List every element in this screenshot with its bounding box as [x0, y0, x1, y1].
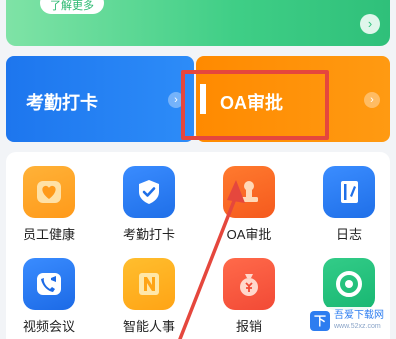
app-expense[interactable]: 报销	[209, 258, 289, 335]
app-log[interactable]: 日志	[309, 166, 389, 243]
app-oa-approval[interactable]: OA审批	[209, 166, 289, 243]
heart-icon	[23, 166, 75, 218]
circle-icon	[323, 258, 375, 310]
money-bag-icon	[223, 258, 275, 310]
app-smart-hr[interactable]: 智能人事	[109, 258, 189, 335]
shield-check-icon	[123, 166, 175, 218]
app-label: 考勤打卡	[122, 227, 175, 242]
app-label: OA审批	[226, 227, 272, 242]
app-label: 智能人事	[122, 319, 175, 334]
promo-banner[interactable]: 了解更多 ›	[6, 0, 390, 46]
watermark-brand: 吾爱下载网	[334, 310, 384, 321]
n-letter-icon	[123, 258, 175, 310]
watermark-logo-icon: 下	[310, 311, 330, 331]
app-label: 视频会议	[22, 319, 75, 334]
watermark: 下 吾爱下载网 www.52xz.com	[306, 307, 390, 335]
stamp-icon	[223, 166, 275, 218]
card-divider	[200, 84, 206, 114]
app-attendance[interactable]: 考勤打卡	[109, 166, 189, 243]
app-video-meeting[interactable]: 视频会议	[9, 258, 89, 335]
app-label: 报销	[235, 319, 262, 334]
app-label: 日志	[335, 227, 362, 242]
video-phone-icon	[23, 258, 75, 310]
attendance-card-label: 考勤打卡	[26, 93, 98, 113]
chevron-right-icon: ›	[168, 92, 184, 108]
oa-approval-card[interactable]: OA审批 ›	[196, 56, 390, 142]
app-label: 员工健康	[22, 227, 75, 242]
attendance-card[interactable]: 考勤打卡 ›	[6, 56, 194, 142]
app-employee-health[interactable]: 员工健康	[9, 166, 89, 243]
banner-arrow-icon[interactable]: ›	[360, 14, 380, 34]
oa-card-label: OA审批	[220, 93, 283, 113]
watermark-url: www.52xz.com	[334, 323, 381, 330]
notebook-icon	[323, 166, 375, 218]
chevron-right-icon: ›	[364, 92, 380, 108]
learn-more-button[interactable]: 了解更多	[40, 0, 104, 14]
